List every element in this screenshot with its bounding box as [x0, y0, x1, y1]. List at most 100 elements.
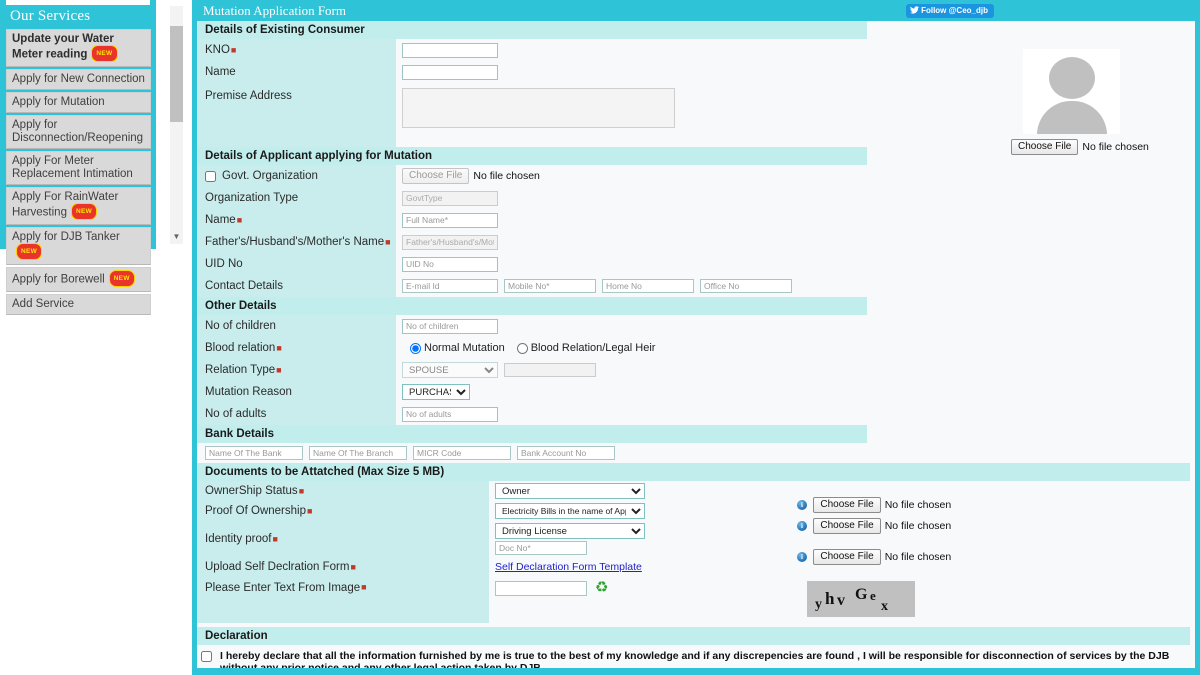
- relation-type-extra-input[interactable]: [504, 363, 596, 377]
- info-icon[interactable]: i: [797, 521, 807, 531]
- sidebar-item-6[interactable]: Apply for DJB TankerNEW: [6, 227, 151, 265]
- sidebar-item-8[interactable]: Add Service: [6, 294, 151, 315]
- file-name-label: No file chosen: [884, 520, 952, 532]
- required-marker: ■: [230, 45, 237, 55]
- required-marker: ■: [361, 582, 367, 592]
- sidebar-item-1[interactable]: Apply for New Connection: [6, 69, 151, 90]
- identity-proof-file-input[interactable]: Choose File No file chosen: [813, 518, 951, 534]
- sidebar-item-4[interactable]: Apply For Meter Replacement Intimation: [6, 151, 151, 185]
- captcha-char: G: [855, 586, 868, 603]
- office-phone-input[interactable]: [700, 279, 792, 293]
- home-phone-input[interactable]: [602, 279, 694, 293]
- photo-file-row: Choose File No file chosen: [1011, 138, 1195, 155]
- sidebar-item-3[interactable]: Apply for Disconnection/Reopening: [6, 115, 151, 149]
- scroll-down-arrow-icon[interactable]: ▼: [170, 230, 183, 244]
- mobile-input[interactable]: [504, 279, 596, 293]
- sidebar-item-5[interactable]: Apply For RainWater Harvesting NEW: [6, 187, 151, 225]
- relation-type-label: Relation Type ■: [197, 359, 396, 381]
- proof-of-ownership-label: Proof Of Ownership ■: [197, 501, 489, 521]
- proof-of-ownership-file-row: i Choose File No file chosen: [797, 496, 951, 513]
- ownership-status-select[interactable]: Owner: [495, 483, 645, 499]
- contact-details-value-cell: [396, 275, 1195, 297]
- sidebar-item-2[interactable]: Apply for Mutation: [6, 92, 151, 113]
- radio-normal-mutation-input[interactable]: [410, 342, 421, 354]
- mutation-reason-select[interactable]: PURCHASE: [402, 384, 470, 400]
- sidebar-item-7[interactable]: Apply for Borewell NEW: [6, 267, 151, 292]
- twitter-bird-icon: [910, 6, 920, 14]
- applicant-photo-block: Choose File No file chosen i: [975, 49, 1195, 155]
- org-type-input[interactable]: [402, 190, 498, 206]
- declaration-checkbox[interactable]: [201, 651, 212, 662]
- captcha-input[interactable]: [495, 581, 587, 596]
- sidebar-item-label: Apply for DJB Tanker: [12, 231, 120, 243]
- radio-blood-relation-input[interactable]: [516, 342, 528, 354]
- radio-normal-mutation-label: Normal Mutation: [424, 342, 505, 354]
- radio-blood-relation-label: Blood Relation/Legal Heir: [530, 342, 656, 354]
- parent-name-label-text: Father's/Husband's/Mother's Name: [205, 236, 385, 248]
- section-applicant-header: Details of Applicant applying for Mutati…: [197, 147, 867, 165]
- info-icon[interactable]: i: [797, 552, 807, 562]
- sidebar: Our Services Update your Water Meter rea…: [0, 0, 156, 315]
- proof-of-ownership-select[interactable]: Electricity Bills in the name of Applica…: [495, 503, 645, 519]
- choose-file-button[interactable]: Choose File: [1011, 139, 1079, 155]
- relation-type-select[interactable]: SPOUSE: [402, 362, 498, 378]
- premise-address-textarea[interactable]: [402, 88, 675, 128]
- sidebar-item-0[interactable]: Update your Water Meter reading NEW: [6, 29, 151, 67]
- adults-input[interactable]: [402, 406, 498, 422]
- form-header: Mutation Application Form Follow @Ceo_dj…: [197, 0, 1195, 21]
- uid-input[interactable]: [402, 256, 498, 272]
- applicant-name-value-cell: [396, 209, 1195, 231]
- applicant-name-input[interactable]: [402, 212, 498, 228]
- sidebar-top-strip: [6, 0, 150, 5]
- self-declaration-file-row: i Choose File No file chosen: [797, 548, 951, 565]
- proof-of-ownership-file-input[interactable]: Choose File No file chosen: [813, 497, 951, 513]
- photo-file-input[interactable]: Choose File No file chosen: [1011, 139, 1149, 155]
- doc-no-input[interactable]: [495, 541, 587, 555]
- self-declaration-template-link[interactable]: Self Declaration Form Template: [495, 561, 642, 573]
- avatar-body-shape: [1037, 101, 1107, 134]
- scrollbar-thumb[interactable]: [170, 26, 183, 122]
- section-other-details-header: Other Details: [197, 297, 867, 315]
- required-marker: ■: [236, 215, 243, 225]
- sidebar-item-label: Apply for Disconnection/Reopening: [12, 119, 144, 144]
- radio-normal-mutation[interactable]: Normal Mutation: [410, 342, 505, 354]
- children-input[interactable]: [402, 318, 498, 334]
- bank-name-input[interactable]: [205, 446, 303, 460]
- identity-proof-select[interactable]: Driving License: [495, 523, 645, 539]
- consumer-name-input[interactable]: [402, 64, 498, 80]
- sidebar-service-list: Update your Water Meter reading NEW Apply …: [6, 29, 151, 315]
- blood-relation-label-text: Blood relation: [205, 342, 276, 354]
- choose-file-button[interactable]: Choose File: [813, 497, 881, 513]
- page-title: Mutation Application Form: [203, 3, 346, 18]
- bank-branch-input[interactable]: [309, 446, 407, 460]
- twitter-follow-button[interactable]: Follow @Ceo_djb: [906, 4, 994, 18]
- parent-name-input[interactable]: [402, 234, 498, 250]
- row-bank-inputs: [197, 443, 1195, 463]
- micr-code-input[interactable]: [413, 446, 511, 460]
- kno-input[interactable]: [402, 42, 498, 58]
- avatar-placeholder-image: [1023, 49, 1120, 134]
- ownership-status-label-text: OwnerShip Status: [205, 485, 298, 497]
- row-applicant-name: Name ■: [197, 209, 1195, 231]
- radio-blood-relation[interactable]: Blood Relation/Legal Heir: [516, 342, 656, 354]
- sidebar-item-label: Apply for Mutation: [12, 96, 105, 108]
- govt-org-checkbox[interactable]: [205, 170, 216, 182]
- choose-file-button[interactable]: Choose File: [813, 518, 881, 534]
- applicant-name-label: Name ■: [197, 209, 396, 231]
- self-declaration-file-input[interactable]: Choose File No file chosen: [813, 549, 951, 565]
- new-badge-icon: NEW: [16, 243, 43, 260]
- main-panel: Mutation Application Form Follow @Ceo_dj…: [192, 0, 1200, 675]
- bank-account-input[interactable]: [517, 446, 615, 460]
- avatar-head-shape: [1049, 57, 1095, 99]
- email-input[interactable]: [402, 279, 498, 293]
- choose-file-button[interactable]: Choose File: [402, 168, 470, 184]
- self-declaration-label-text: Upload Self Declration Form: [205, 561, 350, 573]
- required-marker: ■: [306, 506, 313, 516]
- info-icon[interactable]: i: [797, 500, 807, 510]
- choose-file-button[interactable]: Choose File: [813, 549, 881, 565]
- govt-org-file-input[interactable]: Choose File No file chosen: [402, 168, 540, 184]
- refresh-captcha-icon[interactable]: ♻: [595, 580, 609, 595]
- org-type-label: Organization Type: [197, 187, 396, 209]
- sidebar-scroll-column: ▼: [156, 0, 192, 249]
- identity-proof-label: Identity proof ■: [197, 521, 489, 557]
